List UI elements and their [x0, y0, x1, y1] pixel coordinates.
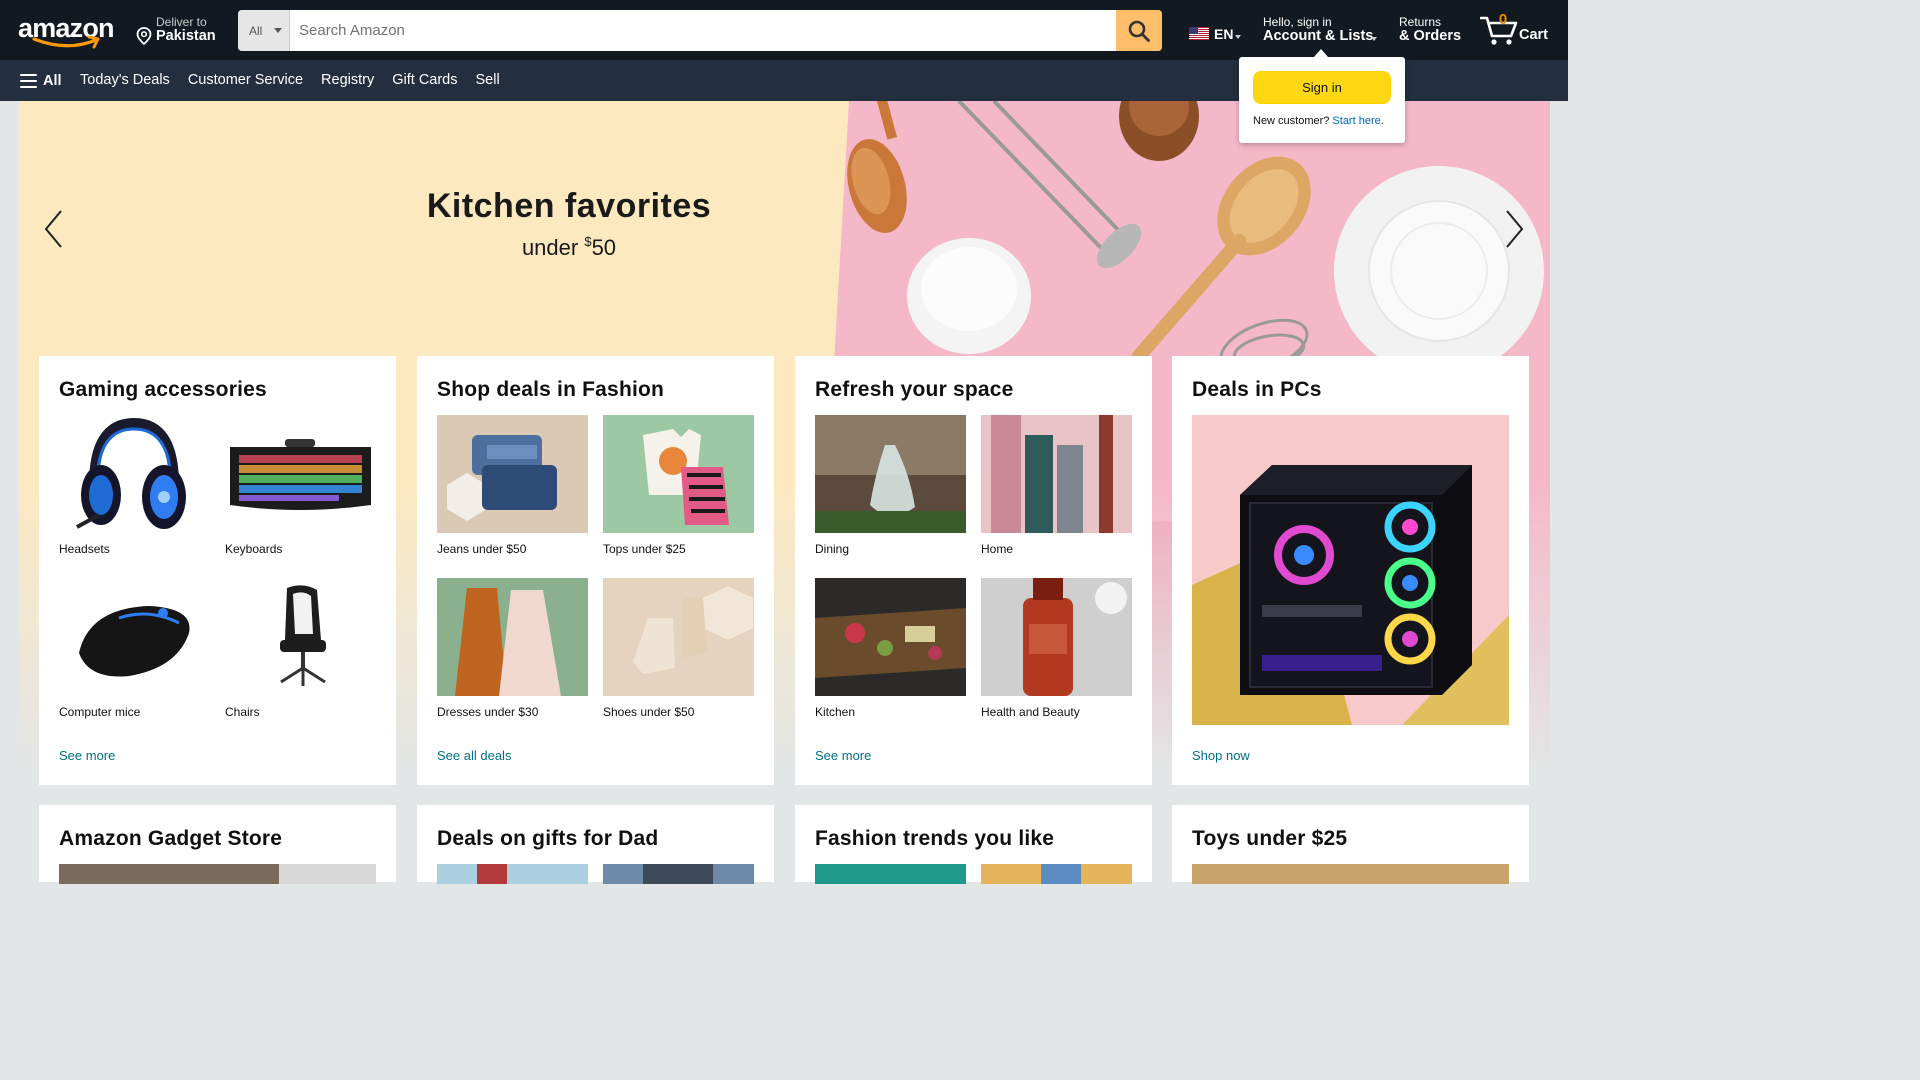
map-pin-icon — [136, 27, 152, 45]
card-title: Amazon Gadget Store — [59, 827, 283, 850]
card-refresh-space: Refresh your space Dining Home Kitchen H… — [795, 356, 1152, 785]
us-flag-icon — [1189, 27, 1209, 40]
card-gadget-store: Amazon Gadget Store — [39, 805, 396, 884]
tops-image — [603, 415, 754, 533]
trend-image-1[interactable] — [815, 864, 966, 884]
health-beauty-image — [981, 578, 1132, 696]
card-deals-pcs: Deals in PCs Shop now — [1172, 356, 1529, 785]
new-customer-text: New customer? Start here. — [1253, 115, 1384, 127]
dining-image — [815, 415, 966, 533]
gift-image-2[interactable] — [603, 864, 754, 884]
gift-image-1[interactable] — [437, 864, 588, 884]
trend-image-2[interactable] — [981, 864, 1132, 884]
card-gaming-accessories: Gaming accessories Headsets Keyboards Co… — [39, 356, 396, 785]
cart-count: 0 — [1498, 11, 1508, 28]
chevron-right-icon[interactable] — [1497, 208, 1527, 250]
nav-links: Today's Deals Customer Service Registry … — [80, 72, 518, 90]
search-button[interactable] — [1116, 10, 1162, 51]
hero-title: Kitchen favorites — [426, 187, 712, 225]
shop-now-link[interactable]: Shop now — [1192, 748, 1250, 763]
card-title: Deals on gifts for Dad — [437, 827, 659, 850]
nav-link-todays-deals[interactable]: Today's Deals — [80, 72, 170, 90]
card-title: Gaming accessories — [59, 378, 267, 401]
cart[interactable]: 0 Cart — [1480, 10, 1552, 50]
see-more-link[interactable]: See more — [815, 748, 871, 763]
caret-down-icon — [274, 28, 282, 33]
card-title: Deals in PCs — [1192, 378, 1322, 401]
keyboard-image — [225, 415, 376, 533]
card-fashion-deals: Shop deals in Fashion Jeans under $50 To… — [417, 356, 774, 785]
nav-link-registry[interactable]: Registry — [321, 72, 374, 90]
home-image — [981, 415, 1132, 533]
nav-link-sell[interactable]: Sell — [476, 72, 500, 90]
start-here-link[interactable]: Start here. — [1332, 115, 1383, 127]
shoes-image — [603, 578, 754, 696]
headset-image — [59, 415, 210, 533]
card-toys-under-25: Toys under $25 — [1172, 805, 1529, 884]
card-title: Refresh your space — [815, 378, 1014, 401]
account-lists[interactable]: Hello, sign in Account & Lists — [1263, 14, 1383, 48]
chevron-left-icon[interactable] — [41, 208, 71, 250]
card-title: Toys under $25 — [1192, 827, 1348, 850]
caret-down-icon — [1371, 37, 1377, 41]
hamburger-icon — [20, 74, 37, 88]
nav-top-bar: amazon Deliver to Pakistan All Search Am… — [0, 0, 1568, 60]
signin-button[interactable]: Sign in — [1253, 71, 1391, 104]
search-bar: All — [238, 10, 1162, 51]
amazon-logo[interactable]: amazon — [18, 13, 122, 51]
nav-link-gift-cards[interactable]: Gift Cards — [392, 72, 457, 90]
signin-flyout: Sign in New customer? Start here. — [1239, 57, 1405, 143]
search-category-select[interactable]: All — [238, 10, 290, 51]
caret-down-icon — [1235, 35, 1241, 39]
card-title: Shop deals in Fashion — [437, 378, 665, 401]
toys-image[interactable] — [1192, 864, 1509, 884]
card-title: Fashion trends you like — [815, 827, 1055, 850]
mouse-image — [59, 578, 210, 696]
nav-link-customer-service[interactable]: Customer Service — [188, 72, 303, 90]
jeans-image — [437, 415, 588, 533]
gadget-image[interactable] — [59, 864, 376, 884]
see-all-deals-link[interactable]: See all deals — [437, 748, 511, 763]
card-gifts-for-dad: Deals on gifts for Dad — [417, 805, 774, 884]
dresses-image — [437, 578, 588, 696]
chair-image — [225, 578, 376, 696]
hero-subtitle: under $50 — [521, 234, 617, 260]
search-icon — [1128, 20, 1150, 42]
gaming-pc-image[interactable] — [1192, 415, 1509, 725]
search-input[interactable] — [290, 10, 1116, 51]
see-more-link[interactable]: See more — [59, 748, 115, 763]
card-fashion-trends: Fashion trends you like — [795, 805, 1152, 884]
smile-arrow-icon — [32, 36, 100, 49]
kitchen-image — [815, 578, 966, 696]
